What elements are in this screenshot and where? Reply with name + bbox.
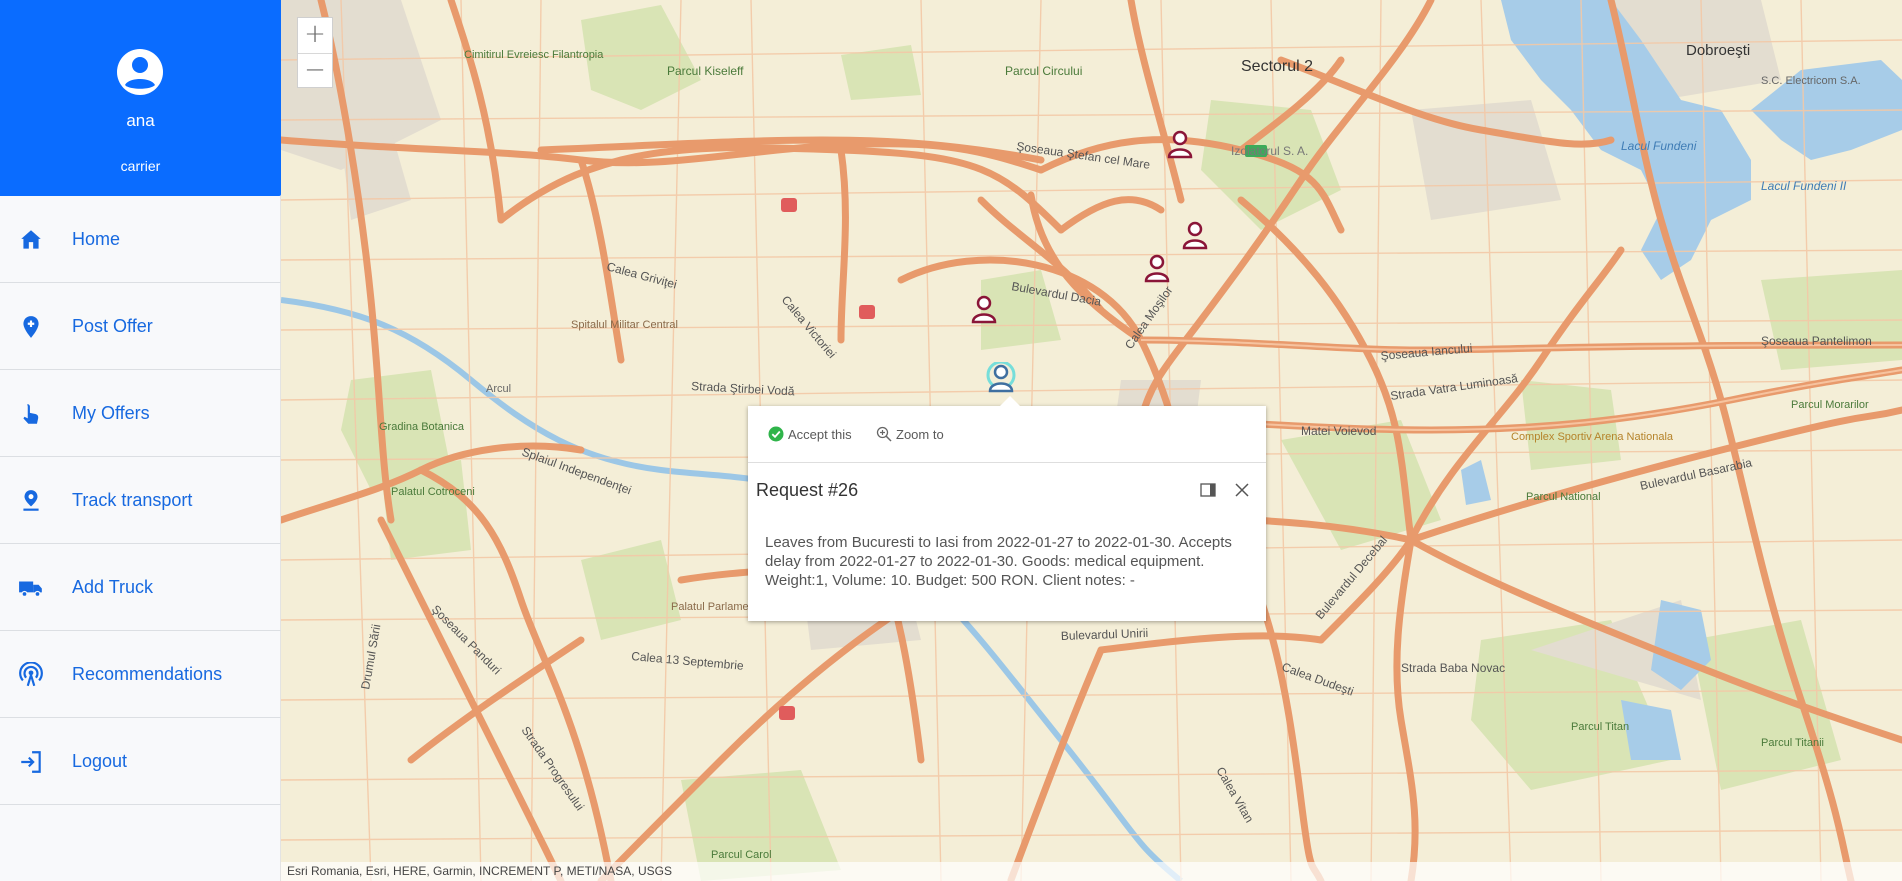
map-label: Matei Voievod <box>1301 424 1376 438</box>
zoom-in-magnifier-icon <box>876 426 892 442</box>
nav-label-track-transport: Track transport <box>72 490 193 510</box>
user-profile-header: ana carrier <box>0 0 281 196</box>
nav-label-add-truck: Add Truck <box>72 577 154 597</box>
request-marker-icon[interactable] <box>1180 219 1210 251</box>
account-circle-icon <box>117 49 163 95</box>
add-location-icon <box>23 316 39 338</box>
nav-item-add-truck[interactable]: Add Truck <box>0 544 281 631</box>
zoom-out-button[interactable]: − <box>298 54 332 89</box>
touch-hand-icon <box>23 404 39 424</box>
map-label: Lacul Fundeni <box>1621 139 1697 153</box>
zoom-in-button[interactable]: + <box>298 18 332 54</box>
popup-description: Leaves from Bucuresti to Iasi from 2022-… <box>765 534 1232 589</box>
accept-request-button[interactable]: Accept this <box>768 426 852 442</box>
map-label: Parcul Titan <box>1571 721 1629 733</box>
zoom-to-button[interactable]: Zoom to <box>876 426 944 442</box>
request-marker-icon[interactable] <box>1165 128 1195 160</box>
nav-label-logout: Logout <box>72 751 128 771</box>
map-label: Cimitirul Evreiesc Filantropia <box>464 49 604 61</box>
map-label: Complex Sportiv Arena Nationala <box>1511 431 1674 443</box>
broadcast-icon <box>19 662 43 687</box>
map-label: Gradina Botanica <box>379 421 465 433</box>
truck-icon <box>19 581 42 598</box>
map-view[interactable]: Sectorul 2 Dobroeşti Parcul Kiseleff Par… <box>281 0 1902 881</box>
accept-request-label: Accept this <box>788 427 852 442</box>
map-label: Spitalul Militar Central <box>571 319 678 331</box>
map-label: Şoseaua Pantelimon <box>1761 334 1872 348</box>
map-label: Parcul Morarilor <box>1791 399 1869 411</box>
nav-item-post-offer[interactable]: Post Offer <box>0 283 281 370</box>
map-label: Palatul Cotroceni <box>391 486 475 498</box>
map-label: Parcul National <box>1526 491 1601 503</box>
map-label: S.C. Electricom S.A. <box>1761 75 1861 87</box>
nav-label-home: Home <box>72 229 121 249</box>
nav-item-my-offers[interactable]: My Offers <box>0 370 281 457</box>
map-label: Izolatorul S. A. <box>1231 144 1308 158</box>
request-popup: Accept this Zoom to Request #26 Leaves f… <box>748 396 1266 621</box>
request-marker-icon[interactable] <box>1142 252 1172 284</box>
nav-label-my-offers: My Offers <box>72 403 150 423</box>
logout-icon <box>21 751 41 773</box>
request-marker-icon[interactable] <box>969 293 999 325</box>
user-role: carrier <box>120 158 161 174</box>
close-icon[interactable] <box>1232 480 1252 500</box>
popup-pointer <box>1000 396 1020 406</box>
nav-label-post-offer: Post Offer <box>72 316 153 336</box>
nav-item-track-transport[interactable]: Track transport <box>0 457 281 544</box>
map-attribution: Esri Romania, Esri, HERE, Garmin, INCREM… <box>281 862 1902 881</box>
map-label: Strada Baba Novac <box>1401 661 1505 675</box>
nav-item-recommendations[interactable]: Recommendations <box>0 631 281 718</box>
zoom-controls: + − <box>297 17 333 88</box>
sidebar: ana carrier Home Post Offer My Offers Tr… <box>0 0 281 881</box>
popup-actions-bar: Accept this Zoom to <box>748 406 1266 463</box>
map-label: Sectorul 2 <box>1241 58 1313 75</box>
location-pin-icon <box>23 490 39 511</box>
nav-label-recommendations: Recommendations <box>72 664 223 684</box>
selected-request-marker-icon[interactable] <box>986 362 1016 394</box>
map-label: Parcul Kiseleff <box>667 64 744 78</box>
popup-title: Request #26 <box>756 480 859 500</box>
nav-menu: Home Post Offer My Offers Track transpor… <box>0 196 281 805</box>
zoom-to-label: Zoom to <box>896 427 944 442</box>
map-label: Parcul Carol <box>711 849 772 861</box>
check-circle-icon <box>768 426 784 442</box>
nav-item-home[interactable]: Home <box>0 196 281 283</box>
map-label: Dobroeşti <box>1686 42 1750 59</box>
home-icon <box>21 230 41 249</box>
user-name: ana <box>126 111 155 130</box>
map-label: Lacul Fundeni II <box>1761 179 1847 193</box>
map-label: Parcul Circului <box>1005 64 1082 78</box>
map-label: Parcul Titanii <box>1761 737 1824 749</box>
map-label: Arcul <box>486 383 511 395</box>
dock-icon[interactable] <box>1198 480 1218 500</box>
nav-item-logout[interactable]: Logout <box>0 718 281 805</box>
